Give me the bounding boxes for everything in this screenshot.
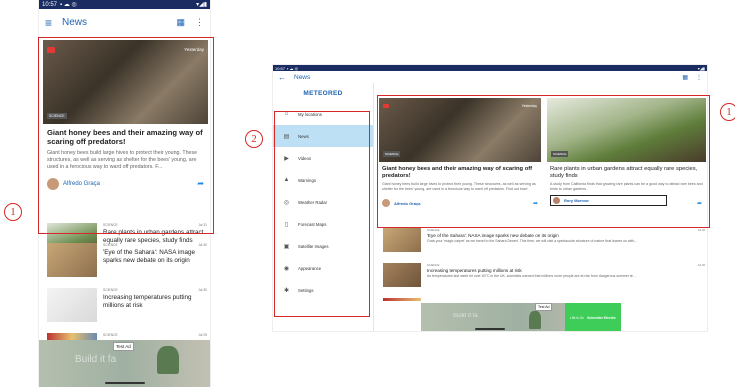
back-arrow-icon[interactable]: ← (278, 73, 286, 82)
article-category: SCIENCE (103, 243, 118, 247)
annotation-number-2: 2 (245, 130, 263, 148)
more-options-icon[interactable]: ⋮ (195, 17, 204, 28)
article-summary: Grab your 'magic carpet' as we travel to… (427, 238, 637, 243)
article-thumbnail (383, 263, 421, 287)
list-item[interactable]: SCIENCE Jul 30 'Eye of the Sahara': NASA … (383, 228, 705, 252)
ad-banner[interactable]: Test Ad Build it fa Life is On Schneider… (421, 303, 621, 331)
annotation-number-1: 1 (720, 103, 735, 121)
ad-text: Build it fa (453, 313, 478, 319)
page-title: News (294, 73, 311, 81)
gesture-bar (475, 328, 505, 330)
status-time: 10:57 (275, 65, 286, 71)
article-title: 'Eye of the Sahara': NASA image sparks n… (103, 249, 196, 264)
ad-label: Test Ad (113, 342, 134, 351)
page-title: News (62, 17, 88, 28)
list-item[interactable]: SCIENCE Jul 30 Increasing temperatures pu… (47, 288, 207, 322)
grid-view-icon[interactable]: ▦ (682, 74, 688, 81)
more-options-icon[interactable]: ⋮ (696, 74, 702, 81)
grid-view-icon[interactable]: ▦ (176, 17, 185, 28)
app-bar: ← News ▦ ⋮ (273, 71, 707, 83)
ad-brand: Schneider Electric (587, 316, 616, 320)
highlight-box-cards (377, 95, 710, 228)
ad-brand-panel: Life is On Schneider Electric (565, 303, 621, 331)
ad-tagline: Life is On (570, 316, 585, 320)
status-bar: 10:57 ▪ ☁ ◎ ▾◢▮ (39, 0, 210, 9)
ad-label: Test Ad (535, 303, 553, 311)
notification-icons: ▪ ☁ ◎ (60, 2, 77, 8)
ad-banner[interactable]: Test Ad Build it fa (39, 340, 210, 387)
signal-battery-icon: ▾◢▮ (196, 2, 207, 8)
highlight-box-phone (38, 37, 214, 234)
gesture-bar (104, 382, 145, 384)
annotation-number-1: 1 (4, 203, 22, 221)
ad-text: Build it fa (75, 354, 117, 365)
article-category: SCIENCE (427, 263, 440, 267)
article-date: Jul 30 (198, 243, 207, 247)
list-item[interactable]: SCIENCE Jul 30 Increasing temperatures pu… (383, 263, 705, 287)
article-category: SCIENCE (103, 288, 118, 292)
list-item[interactable]: SCIENCE Jul 30 'Eye of the Sahara': NASA … (47, 243, 207, 277)
app-bar: ≡ News ▦ ⋮ (39, 9, 210, 36)
article-thumbnail (47, 288, 97, 322)
article-thumbnail (383, 228, 421, 252)
article-date: Jul 30 (198, 288, 207, 292)
article-category: SCIENCE (427, 228, 440, 232)
ad-figure (157, 346, 179, 374)
highlight-box-drawer (274, 111, 370, 317)
article-thumbnail-strip (383, 298, 421, 301)
signal-battery-icon: ▾◢▮ (697, 65, 705, 71)
article-date: Jul 30 (697, 228, 705, 232)
article-summary: As temperatures last week hit over 40°C … (427, 273, 636, 278)
menu-icon[interactable]: ≡ (45, 16, 52, 30)
status-time: 10:57 (42, 1, 58, 8)
notification-icons: ▪ ☁ ◎ (287, 65, 299, 71)
article-date: Jul 30 (697, 263, 705, 267)
article-thumbnail (47, 243, 97, 277)
brand-logo: METEORED (303, 90, 343, 97)
ad-figure (529, 311, 541, 329)
article-title: Increasing temperatures putting millions… (103, 294, 192, 309)
